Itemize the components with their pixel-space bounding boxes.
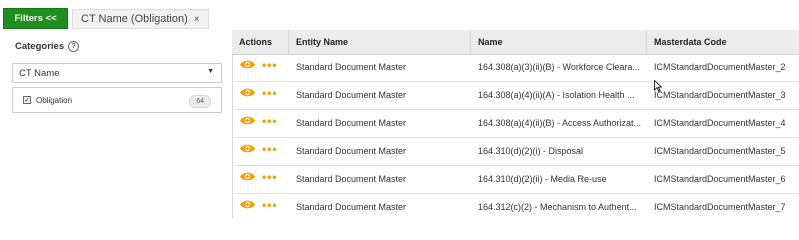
filters-toggle-button[interactable]: Filters << (3, 8, 68, 29)
cell-name[interactable]: 164.308(a)(3)(ii)(B) - Workforce Cleara.… (471, 54, 647, 81)
top-filter-bar: Filters << CT Name (Obligation) × (0, 0, 799, 31)
table-row[interactable]: ••• Standard Document Master 164.310(d)(… (232, 166, 799, 194)
cell-masterdata-code: ICMStandardDocumentMaster_7 (654, 202, 786, 212)
table-row[interactable]: ••• Standard Document Master 164.308(a)(… (232, 54, 799, 82)
table-row[interactable]: ••• Standard Document Master 164.310(d)(… (232, 138, 799, 166)
help-icon[interactable]: ? (68, 41, 80, 52)
active-filter-chip[interactable]: CT Name (Obligation) × (72, 9, 209, 29)
cell-entity-name: Standard Document Master (296, 174, 407, 184)
checkbox-checked-icon[interactable]: ✓ (23, 96, 31, 104)
cell-entity-name: Standard Document Master (296, 146, 407, 156)
row-actions: ••• (232, 191, 278, 218)
more-dots-icon[interactable]: ••• (262, 87, 278, 99)
mouse-cursor-icon (654, 80, 662, 92)
row-actions: ••• (232, 107, 278, 134)
caret-down-icon[interactable]: ▼ (207, 68, 214, 75)
cell-name[interactable]: 164.310(d)(2)(ii) - Media Re-use (471, 166, 647, 193)
eye-icon[interactable] (239, 87, 256, 98)
eye-icon[interactable] (239, 199, 256, 210)
cell-name[interactable]: 164.312(c)(2) - Mechanism to Authent... (471, 194, 647, 221)
table-row[interactable]: ••• Standard Document Master 164.312(c)(… (232, 194, 799, 221)
table-row[interactable]: ••• Standard Document Master 164.308(a)(… (232, 110, 799, 138)
row-actions: ••• (232, 135, 278, 162)
filter-option-label: Obligation (36, 95, 73, 105)
more-dots-icon[interactable]: ••• (262, 143, 278, 155)
cell-entity-name: Standard Document Master (296, 118, 407, 128)
grid-header: Actions Entity Name Name Masterdata Code (232, 30, 799, 55)
column-header-masterdata-code[interactable]: Masterdata Code (647, 30, 799, 54)
filter-option-count: 64 (189, 95, 211, 108)
cell-entity-name: Standard Document Master (296, 90, 407, 100)
more-dots-icon[interactable]: ••• (262, 115, 278, 127)
categories-title: Categories (15, 41, 65, 52)
category-select[interactable]: CT Name ▼ (12, 63, 222, 83)
cell-entity-name: Standard Document Master (296, 202, 407, 212)
cell-entity-name: Standard Document Master (296, 62, 407, 72)
column-header-entity-name[interactable]: Entity Name (289, 30, 471, 54)
row-actions: ••• (232, 163, 278, 190)
more-dots-icon[interactable]: ••• (262, 171, 278, 183)
column-header-name[interactable]: Name (471, 30, 647, 54)
cell-masterdata-code: ICMStandardDocumentMaster_2 (654, 62, 786, 72)
filter-option-obligation[interactable]: ✓ Obligation 64 (12, 87, 222, 113)
eye-icon[interactable] (239, 171, 256, 182)
eye-icon[interactable] (239, 143, 256, 154)
categories-heading: Categories ? (15, 41, 80, 52)
eye-icon[interactable] (239, 115, 256, 126)
more-dots-icon[interactable]: ••• (262, 199, 278, 211)
cell-masterdata-code: ICMStandardDocumentMaster_6 (654, 174, 786, 184)
row-actions: ••• (232, 51, 278, 78)
cell-masterdata-code: ICMStandardDocumentMaster_3 (654, 90, 786, 100)
category-select-value: CT Name (19, 67, 60, 79)
row-actions: ••• (232, 79, 278, 106)
cell-masterdata-code: ICMStandardDocumentMaster_4 (654, 118, 786, 128)
table-row[interactable]: ••• Standard Document Master 164.308(a)(… (232, 82, 799, 110)
results-grid: Actions Entity Name Name Masterdata Code… (232, 30, 799, 218)
active-filter-chip-label: CT Name (Obligation) (81, 13, 188, 25)
eye-icon[interactable] (239, 59, 256, 70)
cell-name[interactable]: 164.308(a)(4)(ii)(A) - Isolation Health … (471, 82, 647, 109)
cell-name[interactable]: 164.310(d)(2)(i) - Disposal (471, 138, 647, 165)
cell-masterdata-code: ICMStandardDocumentMaster_5 (654, 146, 786, 156)
cell-name[interactable]: 164.308(a)(4)(ii)(B) - Access Authorizat… (471, 110, 647, 137)
more-dots-icon[interactable]: ••• (262, 59, 278, 71)
close-icon[interactable]: × (194, 14, 200, 25)
categories-panel: Categories ? CT Name ▼ ✓ Obligation 64 (0, 30, 233, 218)
